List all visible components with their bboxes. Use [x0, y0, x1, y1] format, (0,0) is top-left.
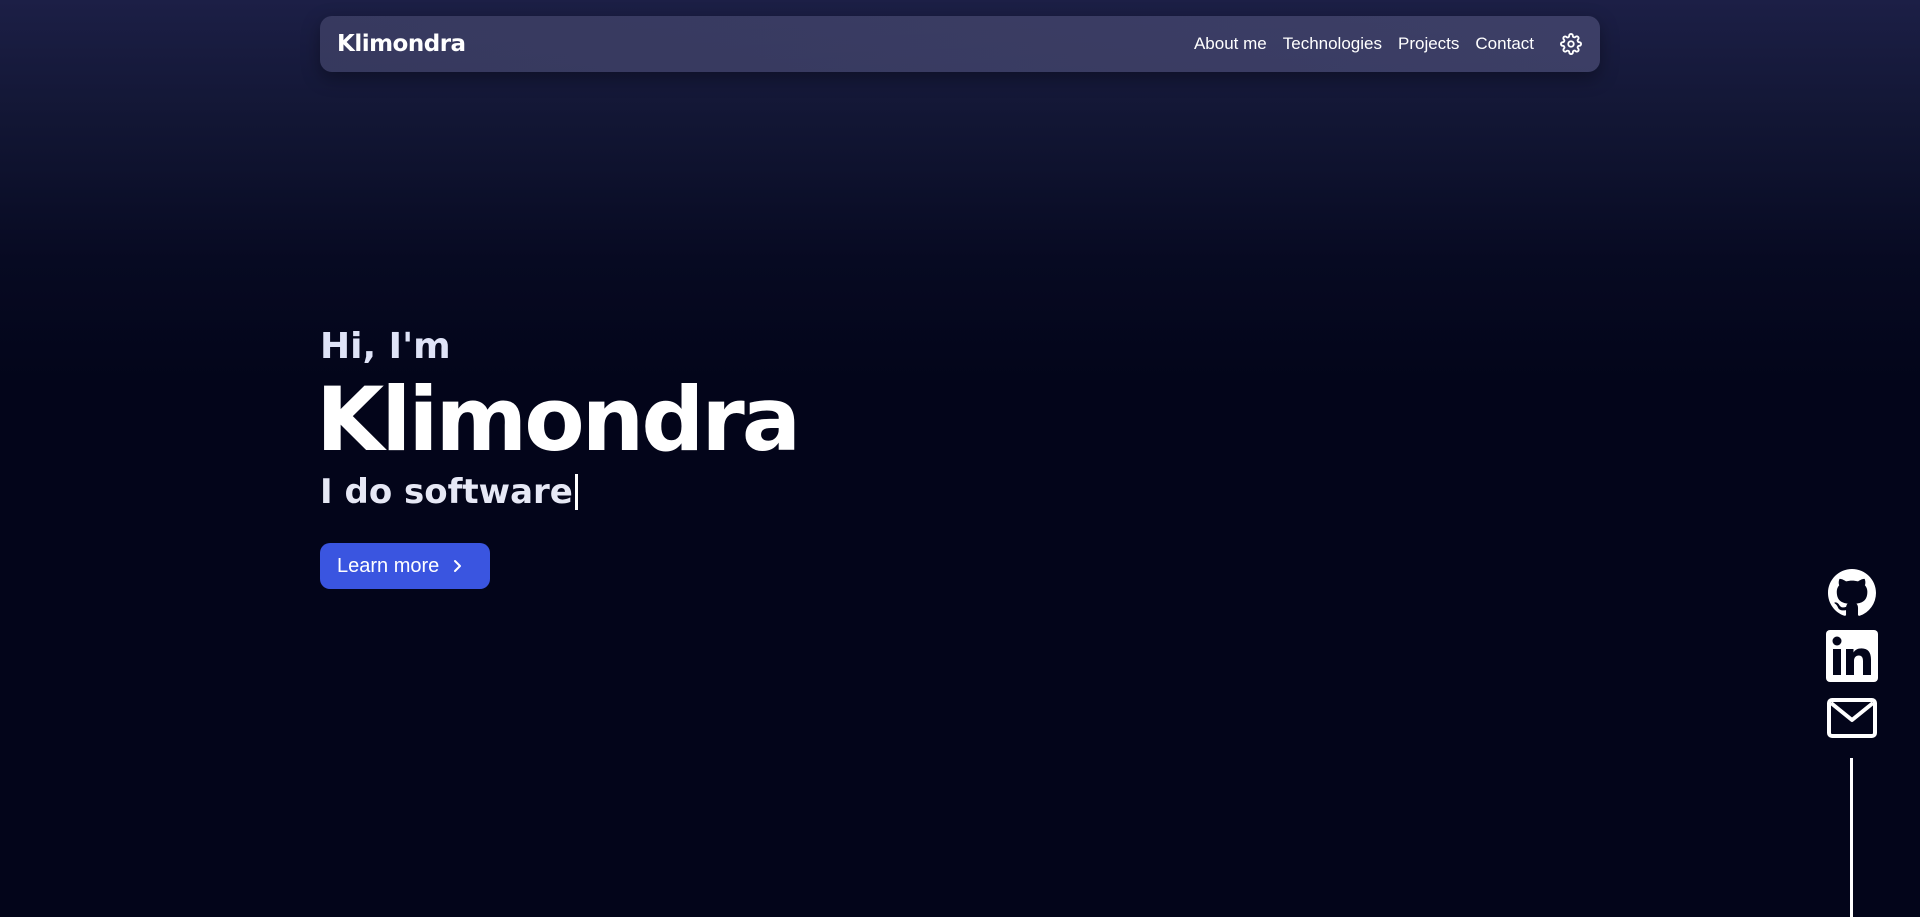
hero-tagline: I do software [320, 472, 573, 512]
nav-link-projects[interactable]: Projects [1398, 34, 1459, 54]
gear-icon [1560, 33, 1582, 55]
nav-link-technologies[interactable]: Technologies [1283, 34, 1382, 54]
learn-more-label: Learn more [337, 554, 440, 577]
nav-links: About me Technologies Projects Contact [1178, 32, 1583, 56]
email-link[interactable] [1826, 696, 1878, 740]
learn-more-button[interactable]: Learn more [320, 543, 490, 589]
hero-tagline-row: I do software [320, 470, 798, 514]
hero-greeting: Hi, I'm [320, 326, 451, 367]
nav-link-about-me[interactable]: About me [1194, 34, 1267, 54]
typing-caret [574, 474, 578, 510]
hero-section: Hi, I'm Klimondra I do software [316, 322, 801, 514]
mail-icon [1827, 698, 1877, 738]
nav-link-contact[interactable]: Contact [1475, 34, 1534, 54]
social-links [1826, 568, 1878, 740]
linkedin-link[interactable] [1826, 630, 1878, 682]
github-link[interactable] [1826, 568, 1878, 618]
linkedin-icon [1826, 630, 1878, 682]
social-divider-line [1850, 758, 1853, 917]
hero-name: Klimondra [316, 368, 801, 471]
settings-button[interactable] [1559, 32, 1583, 56]
brand-logo[interactable]: Klimondra [337, 31, 466, 57]
github-icon [1828, 569, 1876, 616]
navbar: Klimondra About me Technologies Projects… [320, 16, 1600, 72]
chevron-right-icon [451, 559, 463, 573]
